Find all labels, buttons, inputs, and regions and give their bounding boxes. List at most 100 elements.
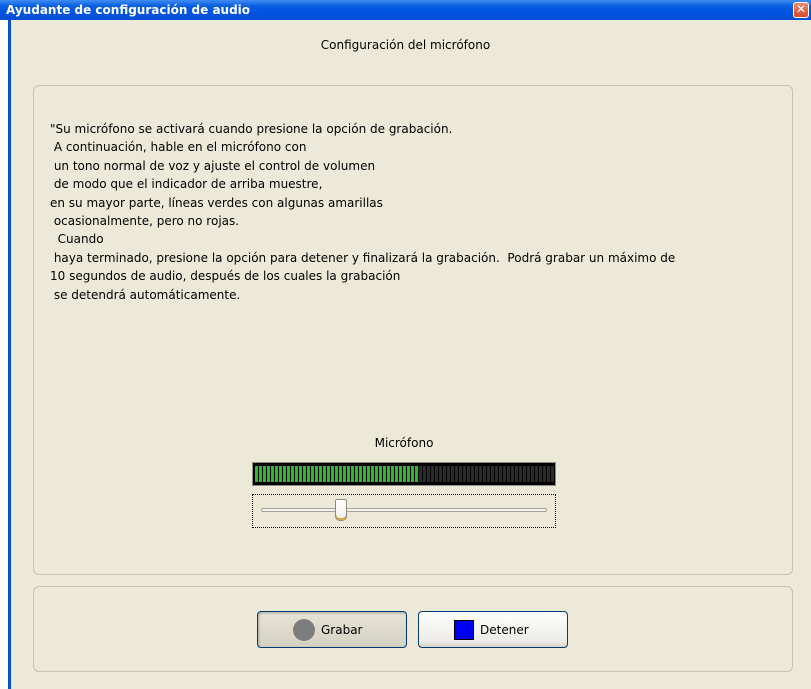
instruction-line: ocasionalmente, pero no rojas. [50, 214, 240, 229]
level-bar-inactive [483, 466, 486, 482]
close-icon: ✕ [795, 2, 807, 16]
level-bar-active [407, 466, 410, 482]
level-bar-inactive [535, 466, 538, 482]
level-bar-active [375, 466, 378, 482]
level-bar-active [255, 466, 258, 482]
audio-setup-window: Ayudante de configuración de audio ✕ Con… [0, 0, 811, 689]
level-bar-inactive [503, 466, 506, 482]
level-bar-inactive [487, 466, 490, 482]
level-bar-active [307, 466, 310, 482]
level-bar-active [399, 466, 402, 482]
instruction-line: en su mayor parte, líneas verdes con alg… [50, 195, 383, 210]
level-bar-active [379, 466, 382, 482]
level-bar-active [275, 466, 278, 482]
section-heading: Configuración del micrófono [320, 38, 491, 52]
level-bar-inactive [431, 466, 434, 482]
level-bar-inactive [451, 466, 454, 482]
level-bar-active [395, 466, 398, 482]
level-bar-active [327, 466, 330, 482]
level-bar-inactive [519, 466, 522, 482]
level-bar-inactive [467, 466, 470, 482]
volume-slider[interactable] [252, 494, 556, 528]
level-bar-inactive [515, 466, 518, 482]
level-bar-inactive [435, 466, 438, 482]
level-bar-inactive [443, 466, 446, 482]
level-bar-active [271, 466, 274, 482]
level-bar-inactive [439, 466, 442, 482]
level-bar-inactive [539, 466, 542, 482]
level-bar-inactive [471, 466, 474, 482]
level-bar-inactive [551, 466, 554, 482]
instruction-line: 10 segundos de audio, después de los cua… [50, 269, 401, 284]
level-bar-inactive [459, 466, 462, 482]
window-title: Ayudante de configuración de audio [6, 3, 251, 17]
level-bar-inactive [495, 466, 498, 482]
level-bar-active [363, 466, 366, 482]
microphone-label: Micrófono [374, 436, 434, 450]
level-bar-active [283, 466, 286, 482]
level-bar-inactive [511, 466, 514, 482]
level-bar-inactive [507, 466, 510, 482]
level-bar-inactive [479, 466, 482, 482]
level-bar-active [291, 466, 294, 482]
stop-square-icon [454, 619, 474, 640]
close-button[interactable]: ✕ [793, 2, 809, 18]
level-bar-active [287, 466, 290, 482]
instruction-line: "Su micrófono se activará cuando presion… [50, 122, 453, 136]
microphone-level-meter [252, 462, 556, 486]
level-bar-inactive [475, 466, 478, 482]
stop-button-label: Detener [480, 622, 529, 637]
level-bar-active [259, 466, 262, 482]
volume-slider-track[interactable] [261, 508, 547, 512]
level-bar-active [339, 466, 342, 482]
level-bar-inactive [547, 466, 550, 482]
volume-slider-thumb[interactable] [335, 499, 347, 521]
level-bar-active [331, 466, 334, 482]
level-bar-active [355, 466, 358, 482]
level-bar-active [415, 466, 418, 482]
level-bar-active [347, 466, 350, 482]
instruction-line: haya terminado, presione la opción para … [50, 250, 676, 265]
level-bar-active [371, 466, 374, 482]
level-bar-inactive [447, 466, 450, 482]
level-bar-inactive [527, 466, 530, 482]
level-bar-inactive [543, 466, 546, 482]
level-bar-inactive [427, 466, 430, 482]
level-bar-active [343, 466, 346, 482]
level-bar-active [391, 466, 394, 482]
level-bar-inactive [499, 466, 502, 482]
record-button[interactable]: Grabar [257, 611, 407, 648]
level-bar-active [411, 466, 414, 482]
level-bar-active [319, 466, 322, 482]
record-circle-icon [293, 618, 315, 641]
level-bar-active [383, 466, 386, 482]
level-bar-active [311, 466, 314, 482]
instruction-line: se detendrá automáticamente. [50, 287, 241, 302]
level-bar-inactive [423, 466, 426, 482]
record-button-label: Grabar [321, 622, 363, 637]
level-bar-active [335, 466, 338, 482]
level-bar-active [303, 466, 306, 482]
instructions-text: "Su micrófono se activará cuando presion… [50, 120, 770, 304]
instruction-line: un tono normal de voz y ajuste el contro… [50, 158, 376, 173]
level-bar-inactive [419, 466, 422, 482]
level-bar-active [315, 466, 318, 482]
level-bar-inactive [463, 466, 466, 482]
stop-button[interactable]: Detener [418, 611, 568, 648]
instruction-line: de modo que el indicador de arriba muest… [50, 177, 323, 192]
level-bar-inactive [531, 466, 534, 482]
level-bar-active [263, 466, 266, 482]
level-bar-active [403, 466, 406, 482]
level-bar-active [323, 466, 326, 482]
level-bar-active [299, 466, 302, 482]
level-bar-inactive [455, 466, 458, 482]
level-bar-active [359, 466, 362, 482]
level-bar-active [267, 466, 270, 482]
button-panel [33, 586, 793, 672]
instruction-line: A continuación, hable en el micrófono co… [50, 140, 307, 155]
level-bar-inactive [523, 466, 526, 482]
title-bar: Ayudante de configuración de audio ✕ [0, 0, 811, 20]
level-bar-active [367, 466, 370, 482]
level-bar-active [351, 466, 354, 482]
level-bar-active [279, 466, 282, 482]
